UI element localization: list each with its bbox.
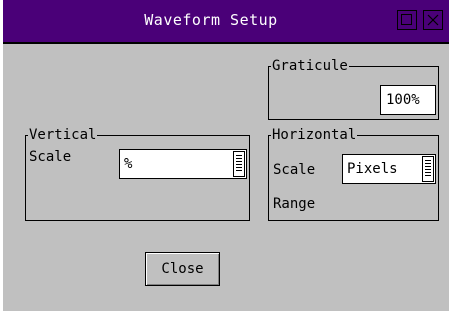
horizontal-group: Horizontal Scale Pixels Range bbox=[268, 126, 439, 221]
maximize-icon[interactable] bbox=[397, 10, 417, 30]
horizontal-scale-combo[interactable]: Pixels bbox=[342, 154, 436, 184]
vertical-group: Vertical Scale % bbox=[25, 126, 250, 221]
title-bar[interactable]: Waveform Setup bbox=[3, 0, 449, 44]
list-dropdown-icon[interactable] bbox=[422, 156, 434, 182]
vertical-scale-value: % bbox=[124, 156, 133, 172]
graticule-legend: Graticule bbox=[271, 57, 349, 75]
window-title: Waveform Setup bbox=[144, 11, 278, 29]
horizontal-scale-label: Scale bbox=[273, 162, 316, 178]
list-dropdown-icon[interactable] bbox=[233, 151, 245, 177]
vertical-legend: Vertical bbox=[28, 126, 98, 144]
vertical-scale-label: Scale bbox=[29, 149, 72, 165]
horizontal-legend: Horizontal bbox=[271, 126, 358, 144]
horizontal-scale-value: Pixels bbox=[347, 161, 398, 177]
graticule-group: Graticule 100% bbox=[268, 57, 439, 120]
graticule-value-field[interactable]: 100% bbox=[380, 85, 436, 115]
waveform-setup-dialog: Waveform Setup Graticule 100% Vertical S… bbox=[3, 0, 449, 311]
close-icon[interactable] bbox=[423, 10, 443, 30]
close-button[interactable]: Close bbox=[145, 252, 220, 286]
vertical-scale-combo[interactable]: % bbox=[119, 149, 247, 179]
horizontal-range-label: Range bbox=[273, 196, 316, 212]
